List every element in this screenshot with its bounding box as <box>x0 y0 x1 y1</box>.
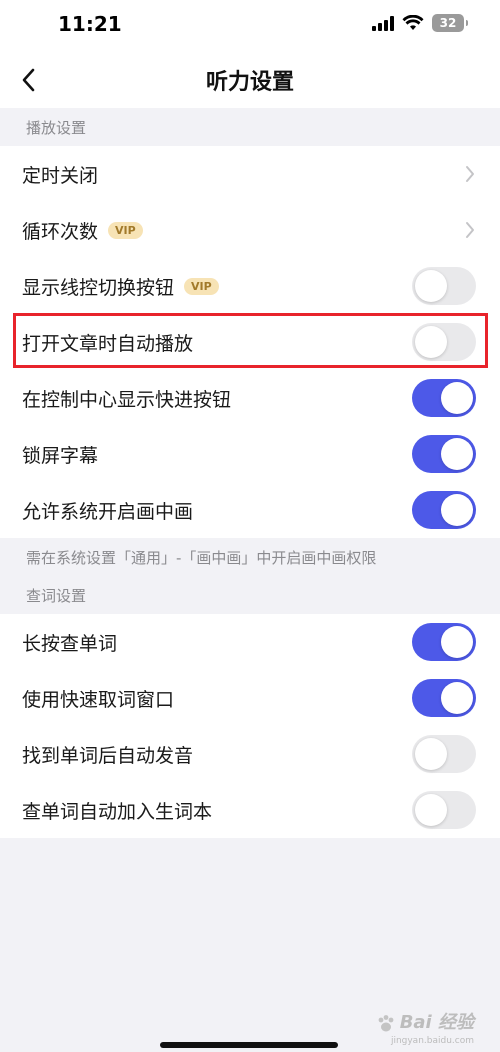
auto-pronounce-toggle[interactable] <box>412 735 476 773</box>
lookup-settings-group: 长按查单词 使用快速取词窗口 找到单词后自动发音 查单词自动加入生词本 <box>0 614 500 838</box>
section-header-lookup: 查词设置 <box>26 586 87 605</box>
watermark-logo: Bai 经验 <box>399 1012 474 1033</box>
row-long-press-lookup: 长按查单词 <box>0 614 500 670</box>
paw-icon <box>378 1015 394 1032</box>
row-loop-count[interactable]: 循环次数 VIP <box>0 202 500 258</box>
row-lockscreen-subtitles: 锁屏字幕 <box>0 426 500 482</box>
row-label: 长按查单词 <box>22 632 118 655</box>
row-quick-lookup-window: 使用快速取词窗口 <box>0 670 500 726</box>
wifi-icon <box>402 15 424 30</box>
row-label: 定时关闭 <box>22 164 99 187</box>
home-indicator <box>160 1042 338 1048</box>
chevron-right-icon <box>466 222 474 238</box>
row-show-remote-switch: 显示线控切换按钮 VIP <box>0 258 500 314</box>
control-center-fastforward-toggle[interactable] <box>412 379 476 417</box>
auto-add-wordbook-toggle[interactable] <box>412 791 476 829</box>
pip-permission-note: 需在系统设置「通用」-「画中画」中开启画中画权限 <box>26 548 377 567</box>
lockscreen-subtitles-toggle[interactable] <box>412 435 476 473</box>
row-autoplay-on-open: 打开文章时自动播放 <box>0 314 500 370</box>
row-label: 查单词自动加入生词本 <box>22 800 213 823</box>
row-auto-pronounce: 找到单词后自动发音 <box>0 726 500 782</box>
show-remote-switch-toggle[interactable] <box>412 267 476 305</box>
row-label: 锁屏字幕 <box>22 444 99 467</box>
row-auto-add-wordbook: 查单词自动加入生词本 <box>0 782 500 838</box>
row-label: 找到单词后自动发音 <box>22 744 194 767</box>
watermark-url: jingyan.baidu.com <box>390 1036 474 1046</box>
nav-bar: 听力设置 <box>0 50 500 108</box>
row-label: 循环次数 <box>22 220 99 243</box>
picture-in-picture-toggle[interactable] <box>412 491 476 529</box>
signal-icon <box>372 15 394 31</box>
row-label: 打开文章时自动播放 <box>22 332 194 355</box>
long-press-lookup-toggle[interactable] <box>412 623 476 661</box>
battery-icon: 32 <box>432 14 468 32</box>
quick-lookup-window-toggle[interactable] <box>412 679 476 717</box>
row-label: 使用快速取词窗口 <box>22 688 175 711</box>
autoplay-on-open-toggle[interactable] <box>412 323 476 361</box>
row-label: 允许系统开启画中画 <box>22 500 194 523</box>
row-picture-in-picture: 允许系统开启画中画 <box>0 482 500 538</box>
section-header-playback: 播放设置 <box>26 118 87 137</box>
row-timer-off[interactable]: 定时关闭 <box>0 146 500 202</box>
status-bar: 11:21 32 <box>0 0 500 50</box>
chevron-right-icon <box>466 166 474 182</box>
status-time: 11:21 <box>58 12 122 36</box>
playback-settings-group: 定时关闭 循环次数 VIP 显示线控切换按钮 VIP 打开文章时自动播放 在控制… <box>0 146 500 538</box>
page-title: 听力设置 <box>205 70 294 95</box>
vip-badge: VIP <box>184 277 219 295</box>
vip-badge: VIP <box>108 221 143 239</box>
row-label: 显示线控切换按钮 <box>22 276 175 299</box>
status-icons: 32 <box>372 14 468 32</box>
row-label: 在控制中心显示快进按钮 <box>22 388 232 411</box>
watermark: Bai 经验 jingyan.baidu.com <box>376 1008 474 1046</box>
row-control-center-fastforward: 在控制中心显示快进按钮 <box>0 370 500 426</box>
